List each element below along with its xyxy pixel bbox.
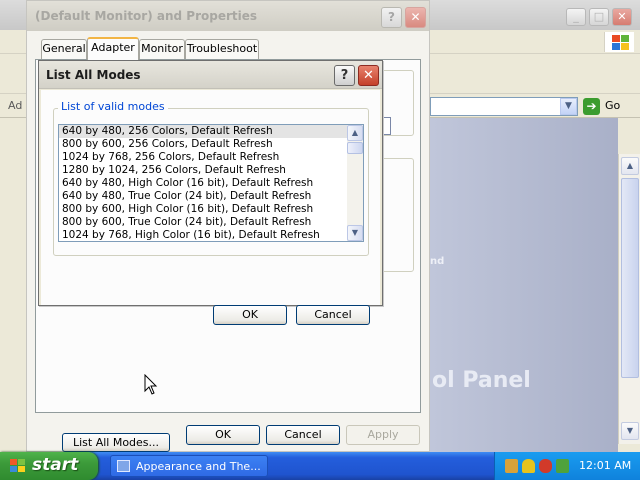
tab-monitor[interactable]: Monitor [139, 39, 185, 59]
modes-title: List All Modes [46, 68, 141, 82]
taskbar-item-label: Appearance and The... [136, 460, 261, 473]
windows-logo-icon [604, 32, 634, 52]
modes-listbox[interactable]: 640 by 480, 256 Colors, Default Refresh 8… [58, 124, 364, 242]
start-label: start [32, 455, 79, 475]
mouse-cursor-icon [144, 374, 158, 395]
properties-titlebar: (Default Monitor) and Properties ? ✕ [27, 1, 429, 31]
flag-quadrant [10, 459, 17, 465]
logo-quadrant [621, 35, 629, 42]
mode-list-item[interactable]: 640 by 480, True Color (24 bit), Default… [59, 190, 347, 203]
taskbar: start Appearance and The... 12:01 AM [0, 452, 640, 480]
tab-troubleshoot[interactable]: Troubleshoot [185, 39, 259, 59]
apply-button: Apply [346, 425, 420, 445]
address-dropdown-icon[interactable]: ▼ [560, 98, 577, 115]
address-input[interactable] [430, 97, 578, 116]
content-heading: ol Panel [432, 368, 531, 393]
properties-close-button[interactable]: ✕ [405, 7, 426, 28]
scroll-up-icon[interactable]: ▲ [347, 125, 363, 141]
logo-quadrant [612, 43, 620, 50]
cancel-button[interactable]: Cancel [266, 425, 340, 445]
tab-general[interactable]: General [41, 39, 87, 59]
scroll-up-icon[interactable]: ▲ [621, 157, 639, 175]
mode-list-item[interactable]: 640 by 480, 256 Colors, Default Refresh [59, 125, 347, 138]
list-all-modes-button[interactable]: List All Modes... [62, 433, 170, 452]
mode-list-item[interactable]: 800 by 600, True Color (24 bit), Default… [59, 216, 347, 229]
properties-title: (Default Monitor) and Properties [35, 9, 258, 23]
scroll-down-icon[interactable]: ▼ [621, 422, 639, 440]
properties-help-button[interactable]: ? [381, 7, 402, 28]
explorer-close-button[interactable]: ✕ [612, 8, 632, 26]
windows-flag-icon [10, 459, 26, 473]
valid-modes-group-label: List of valid modes [58, 100, 168, 113]
go-button[interactable]: ➔ Go [583, 97, 633, 116]
system-tray: 12:01 AM [494, 452, 640, 480]
start-button[interactable]: start [0, 452, 98, 480]
explorer-content [430, 118, 618, 452]
modes-help-button[interactable]: ? [334, 65, 355, 86]
explorer-minimize-button[interactable]: _ [566, 8, 586, 26]
mode-list-item[interactable]: 1024 by 768, High Color (16 bit), Defaul… [59, 229, 347, 241]
explorer-scrollbar[interactable]: ▲ ▼ [618, 154, 640, 444]
list-all-modes-dialog: List All Modes ? ✕ List of valid modes 6… [38, 60, 383, 325]
window-icon [117, 460, 130, 472]
network-icon[interactable] [505, 459, 518, 473]
ok-button[interactable]: OK [186, 425, 260, 445]
explorer-maximize-button[interactable]: □ [589, 8, 609, 26]
logo-quadrant [612, 35, 620, 42]
modes-ok-button[interactable]: OK [213, 305, 287, 325]
mode-list-item[interactable]: 800 by 600, High Color (16 bit), Default… [59, 203, 347, 216]
mode-list-item[interactable]: 640 by 480, High Color (16 bit), Default… [59, 177, 347, 190]
mode-list-item[interactable]: 1024 by 768, 256 Colors, Default Refresh [59, 151, 347, 164]
modes-scrollbar[interactable]: ▲ ▼ [347, 125, 363, 241]
flag-quadrant [10, 466, 17, 472]
content-fragment: nd [430, 256, 445, 267]
mode-list-item[interactable]: 800 by 600, 256 Colors, Default Refresh [59, 138, 347, 151]
go-arrow-icon: ➔ [583, 98, 600, 115]
mode-list-item[interactable]: 1280 by 1024, 256 Colors, Default Refres… [59, 164, 347, 177]
address-label: Ad [8, 99, 23, 112]
flag-quadrant [18, 459, 25, 465]
logo-quadrant [621, 43, 629, 50]
clock: 12:01 AM [579, 459, 632, 472]
modes-list-rows: 640 by 480, 256 Colors, Default Refresh 8… [59, 125, 347, 241]
modes-cancel-button[interactable]: Cancel [296, 305, 370, 325]
modes-body: List of valid modes 640 by 480, 256 Colo… [41, 90, 380, 325]
scroll-thumb[interactable] [621, 178, 639, 378]
modes-titlebar: List All Modes ? ✕ [39, 61, 382, 89]
scroll-down-icon[interactable]: ▼ [347, 225, 363, 241]
security-shield-icon[interactable] [522, 459, 535, 473]
tab-adapter[interactable]: Adapter [87, 37, 139, 60]
go-label: Go [605, 99, 621, 112]
scroll-thumb[interactable] [347, 142, 363, 154]
taskbar-item-appearance[interactable]: Appearance and The... [110, 455, 268, 477]
alert-icon[interactable] [539, 459, 552, 473]
modes-close-button[interactable]: ✕ [358, 65, 379, 86]
flag-quadrant [18, 466, 25, 472]
connection-icon[interactable] [556, 459, 569, 473]
